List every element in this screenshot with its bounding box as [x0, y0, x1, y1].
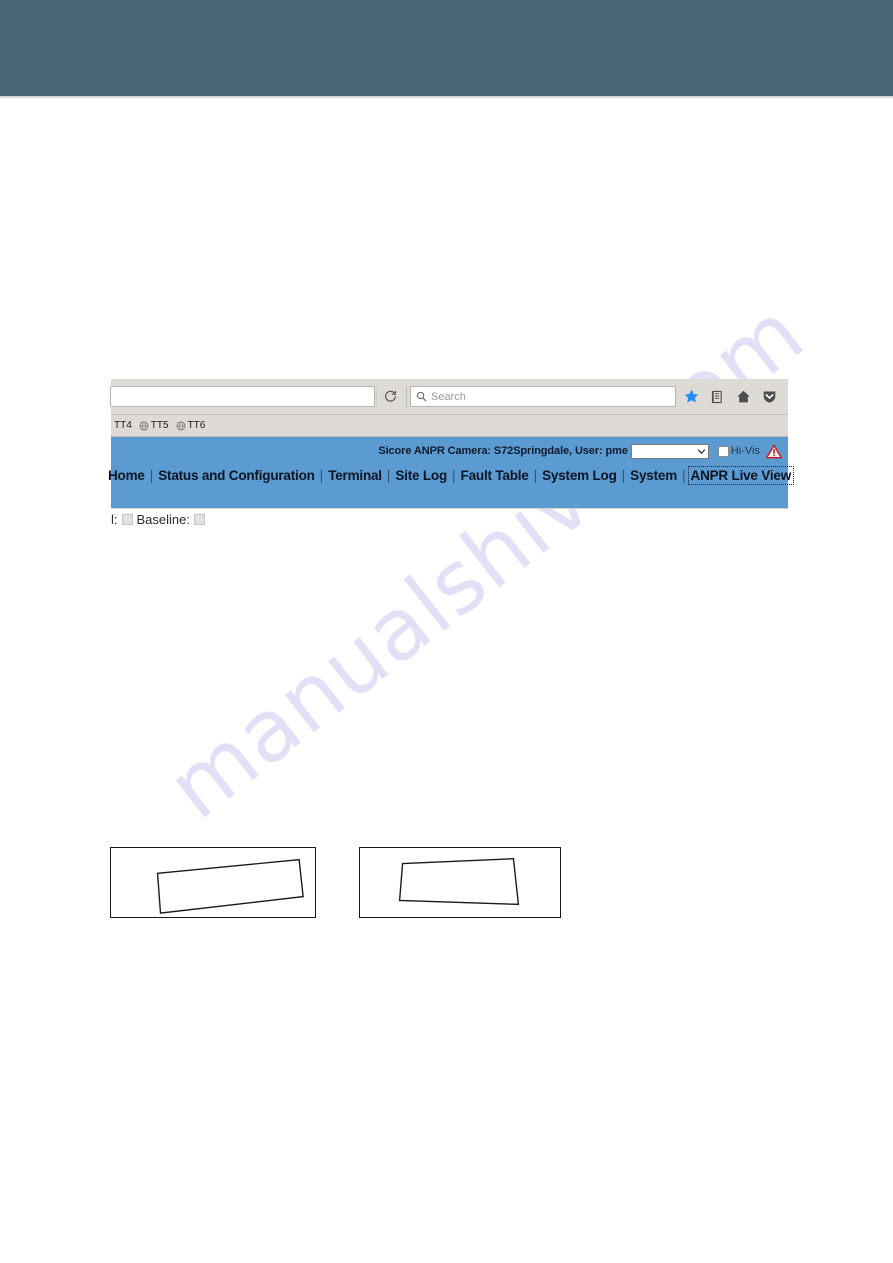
- bookmark-tt5[interactable]: TT5: [139, 420, 169, 431]
- plate-orientation-left: [110, 847, 316, 918]
- search-icon: [416, 391, 427, 402]
- toolbar-divider: [406, 385, 407, 408]
- nav-separator: |: [386, 468, 391, 483]
- nav-separator: |: [452, 468, 456, 483]
- reload-icon[interactable]: [376, 386, 403, 407]
- nav-item-fault-table[interactable]: Fault Table: [459, 467, 531, 484]
- nav-separator: |: [319, 468, 324, 483]
- plate-orientation-right: [359, 847, 561, 918]
- hivis-label: Hi-Vis: [730, 445, 760, 457]
- app-header: Sicore ANPR Camera: S72Springdale, User:…: [108, 437, 795, 508]
- library-icon[interactable]: [704, 385, 730, 409]
- chevron-down-icon: [697, 447, 706, 456]
- home-icon[interactable]: [730, 385, 756, 409]
- bookmark-tt4[interactable]: TT4: [114, 420, 132, 431]
- browser-screenshot: Search TT4 TT5 TT6 Sicore ANPR Camera: S…: [108, 379, 795, 509]
- nav-separator: |: [682, 468, 686, 483]
- clipped-row-prefix: l:: [111, 512, 118, 526]
- clipped-row-label: Baseline:: [136, 512, 190, 526]
- nav-separator: |: [533, 468, 538, 483]
- warning-triangle-icon[interactable]: [766, 444, 782, 459]
- browser-toolbar-icons: [678, 385, 782, 409]
- bookmark-label: TT6: [187, 420, 206, 431]
- globe-icon: [176, 421, 186, 431]
- bookmark-label: TT4: [114, 420, 132, 431]
- url-bar[interactable]: [110, 386, 375, 407]
- page-top-banner: [0, 0, 893, 96]
- nav-item-status-and-configuration[interactable]: Status and Configuration: [156, 467, 316, 484]
- search-placeholder: Search: [431, 390, 466, 403]
- pocket-shield-icon[interactable]: [756, 385, 782, 409]
- watermark: manualshive.com: [150, 282, 823, 839]
- nav-item-home[interactable]: Home: [106, 467, 147, 484]
- nav-item-site-log[interactable]: Site Log: [393, 467, 449, 484]
- nav-separator: |: [149, 468, 154, 483]
- clipped-checkbox[interactable]: [193, 514, 205, 525]
- search-input[interactable]: Search: [410, 386, 676, 407]
- page-top-banner-shadow: [0, 96, 893, 99]
- globe-icon: [139, 421, 149, 431]
- app-titlebar: Sicore ANPR Camera: S72Springdale, User:…: [111, 437, 788, 465]
- clipped-checkbox[interactable]: [121, 514, 133, 525]
- nav-item-system-log[interactable]: System Log: [540, 467, 619, 484]
- clipped-form-row: l: Baseline:: [111, 512, 411, 526]
- bookmarks-bar: TT4 TT5 TT6: [111, 415, 788, 437]
- nav-item-system[interactable]: System: [628, 467, 679, 484]
- camera-select[interactable]: [630, 443, 709, 459]
- browser-nav-toolbar: Search: [110, 379, 788, 415]
- bookmark-label: TT5: [150, 420, 169, 431]
- bookmark-star-icon[interactable]: [678, 385, 704, 409]
- hivis-control[interactable]: Hi-Vis: [717, 445, 760, 457]
- app-nav: Home | Status and Configuration | Termin…: [108, 465, 795, 485]
- nav-separator: |: [621, 468, 626, 483]
- app-title: Sicore ANPR Camera: S72Springdale, User:…: [378, 445, 628, 457]
- hivis-checkbox[interactable]: [717, 445, 729, 457]
- bookmark-tt6[interactable]: TT6: [176, 420, 206, 431]
- nav-item-anpr-live-view[interactable]: ANPR Live View: [687, 466, 795, 485]
- nav-item-terminal[interactable]: Terminal: [326, 467, 384, 484]
